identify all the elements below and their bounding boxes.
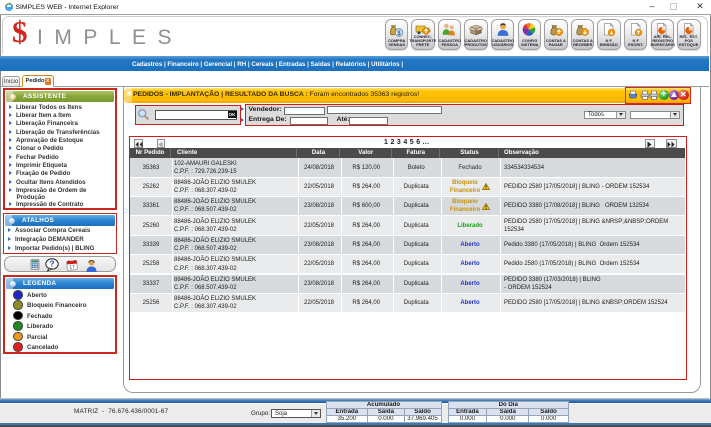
svg-text:17: 17: [69, 264, 75, 270]
svg-text:?: ?: [49, 259, 54, 269]
